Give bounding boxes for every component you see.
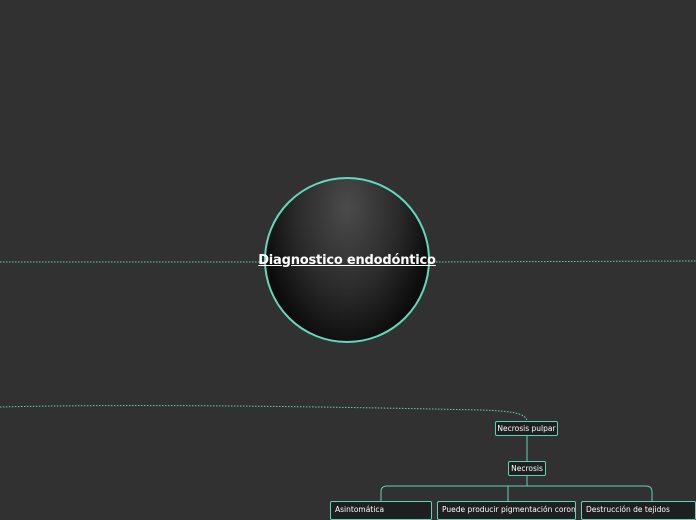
central-topic[interactable]: Diagnostico endodóntico [258, 177, 436, 343]
node-pigmentacion[interactable]: Puede producir pigmentación coronal [437, 501, 576, 520]
link-necrosis-children [380, 476, 653, 501]
central-topic-label: Diagnostico endodóntico [258, 252, 436, 268]
node-necrosis[interactable]: Necrosis [508, 461, 546, 476]
node-necrosis-pulpar[interactable]: Necrosis pulpar [495, 421, 558, 436]
right-connector [429, 260, 696, 263]
node-destruccion[interactable]: Destrucción de tejidos [581, 501, 696, 520]
node-label: Necrosis [511, 464, 543, 473]
node-label: Asintomática [335, 505, 385, 514]
branch-connector-necrosis-pulpar [0, 405, 528, 422]
node-label: Necrosis pulpar [497, 424, 556, 433]
node-label: Destrucción de tejidos [586, 505, 670, 514]
node-label: Puede producir pigmentación coronal [442, 505, 576, 514]
node-asintomatica[interactable]: Asintomática [330, 501, 432, 520]
